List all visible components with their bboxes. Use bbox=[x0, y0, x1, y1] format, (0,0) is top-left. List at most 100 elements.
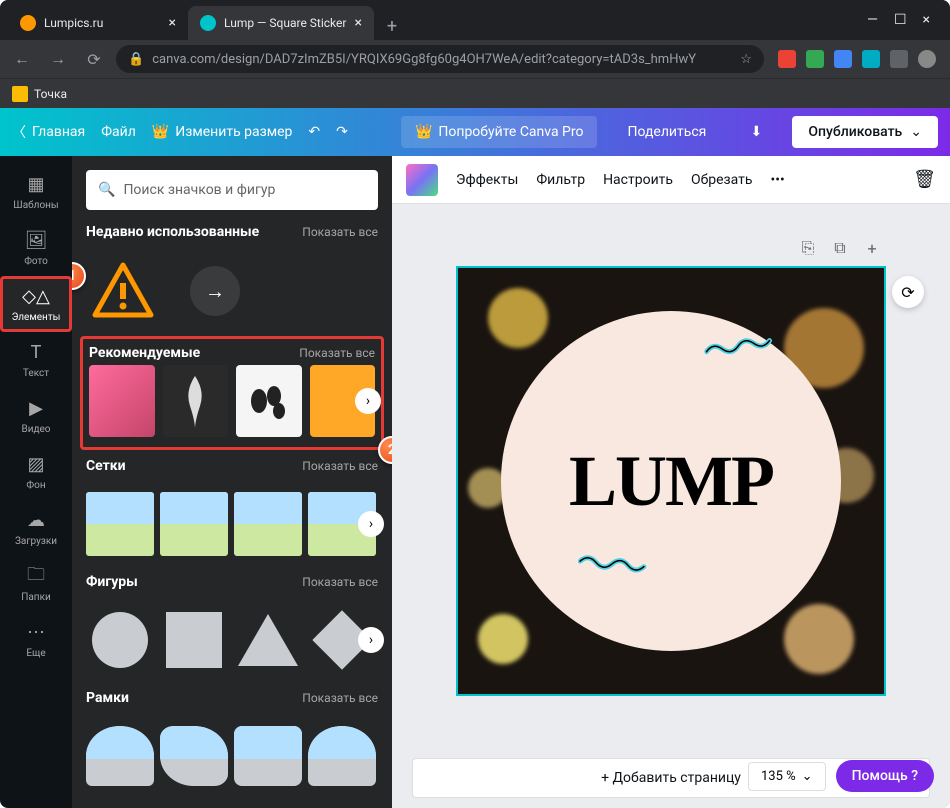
sticker-circle: LUMP bbox=[501, 311, 841, 651]
help-button[interactable]: Помощь ? bbox=[836, 760, 934, 792]
adjust-button[interactable]: Настроить bbox=[603, 172, 673, 188]
bookmark-item[interactable]: Точка bbox=[34, 87, 67, 101]
grid-item[interactable] bbox=[86, 492, 154, 556]
publish-button[interactable]: Опубликовать ⌄ bbox=[792, 116, 938, 148]
folder-icon bbox=[12, 86, 28, 102]
close-icon[interactable]: × bbox=[169, 15, 176, 31]
file-menu[interactable]: Файл bbox=[101, 124, 136, 140]
show-all-link[interactable]: Показать все bbox=[302, 691, 378, 705]
chevron-down-icon: ⌄ bbox=[802, 769, 813, 784]
try-pro-label: Попробуйте Canva Pro bbox=[438, 124, 583, 140]
section-shapes-header: Фигуры Показать все bbox=[86, 574, 378, 590]
resize-label: Изменить размер bbox=[175, 124, 292, 140]
rail-video[interactable]: ▶ Видео bbox=[0, 388, 72, 444]
duplicate-icon[interactable]: ⎘ bbox=[796, 236, 820, 260]
frame-item[interactable] bbox=[86, 726, 154, 786]
home-label: Главная bbox=[32, 124, 85, 140]
section-title: Фигуры bbox=[86, 574, 138, 590]
browser-tab-canva[interactable]: Lump — Square Sticker × bbox=[188, 6, 374, 40]
regenerate-button[interactable]: ⟳ bbox=[892, 276, 924, 308]
shapes-row: › bbox=[86, 604, 378, 676]
copy-icon[interactable]: ⧉ bbox=[828, 236, 852, 260]
show-all-link[interactable]: Показать все bbox=[302, 225, 378, 239]
ext-icon[interactable] bbox=[806, 50, 824, 68]
star-icon[interactable]: ☆ bbox=[740, 52, 752, 67]
zoom-value: 135 % bbox=[761, 769, 796, 784]
recent-row: → bbox=[86, 254, 378, 328]
crop-button[interactable]: Обрезать bbox=[691, 172, 753, 188]
show-all-link[interactable]: Показать все bbox=[299, 346, 375, 360]
maximize-icon[interactable]: ☐ bbox=[894, 12, 907, 28]
redo-button[interactable]: ↷ bbox=[336, 124, 348, 140]
rail-photo[interactable]: 🖼 Фото bbox=[0, 220, 72, 276]
text-icon: T bbox=[25, 342, 47, 364]
carousel-next-button[interactable]: › bbox=[358, 627, 384, 653]
avatar-icon[interactable] bbox=[918, 50, 936, 68]
ext-icon[interactable] bbox=[862, 50, 880, 68]
zoom-control[interactable]: 135 % ⌄ bbox=[748, 762, 826, 791]
frame-item[interactable] bbox=[308, 726, 376, 786]
recent-item-arrow[interactable]: → bbox=[190, 266, 240, 316]
new-tab-button[interactable]: + bbox=[378, 12, 406, 40]
ext-icon[interactable] bbox=[778, 50, 796, 68]
rail-uploads[interactable]: ☁ Загрузки bbox=[0, 500, 72, 556]
rail-label: Текст bbox=[23, 368, 49, 379]
ext-icon[interactable] bbox=[890, 50, 908, 68]
grid-item[interactable] bbox=[234, 492, 302, 556]
ext-icon[interactable] bbox=[834, 50, 852, 68]
carousel-next-button[interactable]: › bbox=[358, 511, 384, 537]
url-text: canva.com/design/DAD7zImZB5I/YRQIX69Gg8f… bbox=[152, 52, 696, 67]
rail-elements[interactable]: ◇△ Элементы bbox=[0, 276, 72, 332]
show-all-link[interactable]: Показать все bbox=[302, 575, 378, 589]
rail-more[interactable]: ⋯ Еще bbox=[0, 612, 72, 668]
featured-item[interactable] bbox=[236, 365, 302, 437]
close-icon[interactable]: × bbox=[354, 15, 361, 31]
try-pro-button[interactable]: 👑 Попробуйте Canva Pro bbox=[401, 116, 598, 148]
trash-icon[interactable]: 🗑 bbox=[913, 169, 936, 190]
home-button[interactable]: 〈 Главная bbox=[12, 122, 85, 142]
show-all-link[interactable]: Показать все bbox=[302, 459, 378, 473]
search-input[interactable]: 🔍 Поиск значков и фигур bbox=[86, 170, 378, 210]
frame-item[interactable] bbox=[160, 726, 228, 786]
grid-item[interactable] bbox=[160, 492, 228, 556]
add-icon[interactable]: + bbox=[860, 236, 884, 260]
upload-icon: ☁ bbox=[25, 510, 47, 532]
filter-button[interactable]: Фильтр bbox=[536, 172, 585, 188]
rail-label: Видео bbox=[21, 424, 50, 435]
featured-item[interactable] bbox=[89, 365, 155, 437]
section-featured-header: Рекомендуемые Показать все bbox=[89, 345, 375, 361]
shape-square[interactable] bbox=[160, 608, 228, 672]
section-title: Сетки bbox=[86, 458, 126, 474]
effects-icon[interactable] bbox=[406, 164, 438, 196]
recent-item-warning[interactable] bbox=[86, 254, 160, 328]
rail-templates[interactable]: ▦ Шаблоны bbox=[0, 164, 72, 220]
tab-title: Lump — Square Sticker bbox=[224, 16, 346, 30]
minimize-icon[interactable]: — bbox=[867, 12, 878, 28]
url-input[interactable]: 🔒 canva.com/design/DAD7zImZB5I/YRQIX69Gg… bbox=[116, 45, 764, 73]
forward-button[interactable]: → bbox=[44, 45, 72, 73]
back-button[interactable]: ← bbox=[8, 45, 36, 73]
crown-icon: 👑 bbox=[152, 124, 169, 140]
shape-circle[interactable] bbox=[86, 608, 154, 672]
canvas-area: Эффекты Фильтр Настроить Обрезать ••• 🗑 … bbox=[392, 156, 950, 808]
undo-button[interactable]: ↶ bbox=[308, 124, 320, 140]
share-label: Поделиться bbox=[627, 124, 706, 140]
rail-background[interactable]: ▨ Фон bbox=[0, 444, 72, 500]
carousel-next-button[interactable]: › bbox=[355, 388, 381, 414]
canvas-viewport[interactable]: ⎘ ⧉ + ⟳ bbox=[392, 204, 950, 758]
share-button[interactable]: Поделиться bbox=[613, 116, 720, 148]
rail-text[interactable]: T Текст bbox=[0, 332, 72, 388]
more-button[interactable]: ••• bbox=[771, 172, 785, 188]
featured-item[interactable] bbox=[163, 365, 229, 437]
close-icon[interactable]: × bbox=[923, 12, 930, 28]
rail-folders[interactable]: 🗀 Папки bbox=[0, 556, 72, 612]
frame-item[interactable] bbox=[234, 726, 302, 786]
browser-tab-lumpics[interactable]: Lumpics.ru × bbox=[8, 6, 188, 40]
address-bar: ← → ⟳ 🔒 canva.com/design/DAD7zImZB5I/YRQ… bbox=[0, 40, 950, 78]
design-selection[interactable]: ⎘ ⧉ + ⟳ bbox=[456, 266, 886, 696]
download-button[interactable]: ⬇ bbox=[736, 112, 776, 152]
effects-button[interactable]: Эффекты bbox=[456, 172, 518, 188]
shape-triangle[interactable] bbox=[234, 608, 302, 672]
resize-button[interactable]: 👑 Изменить размер bbox=[152, 124, 293, 140]
reload-button[interactable]: ⟳ bbox=[80, 45, 108, 73]
